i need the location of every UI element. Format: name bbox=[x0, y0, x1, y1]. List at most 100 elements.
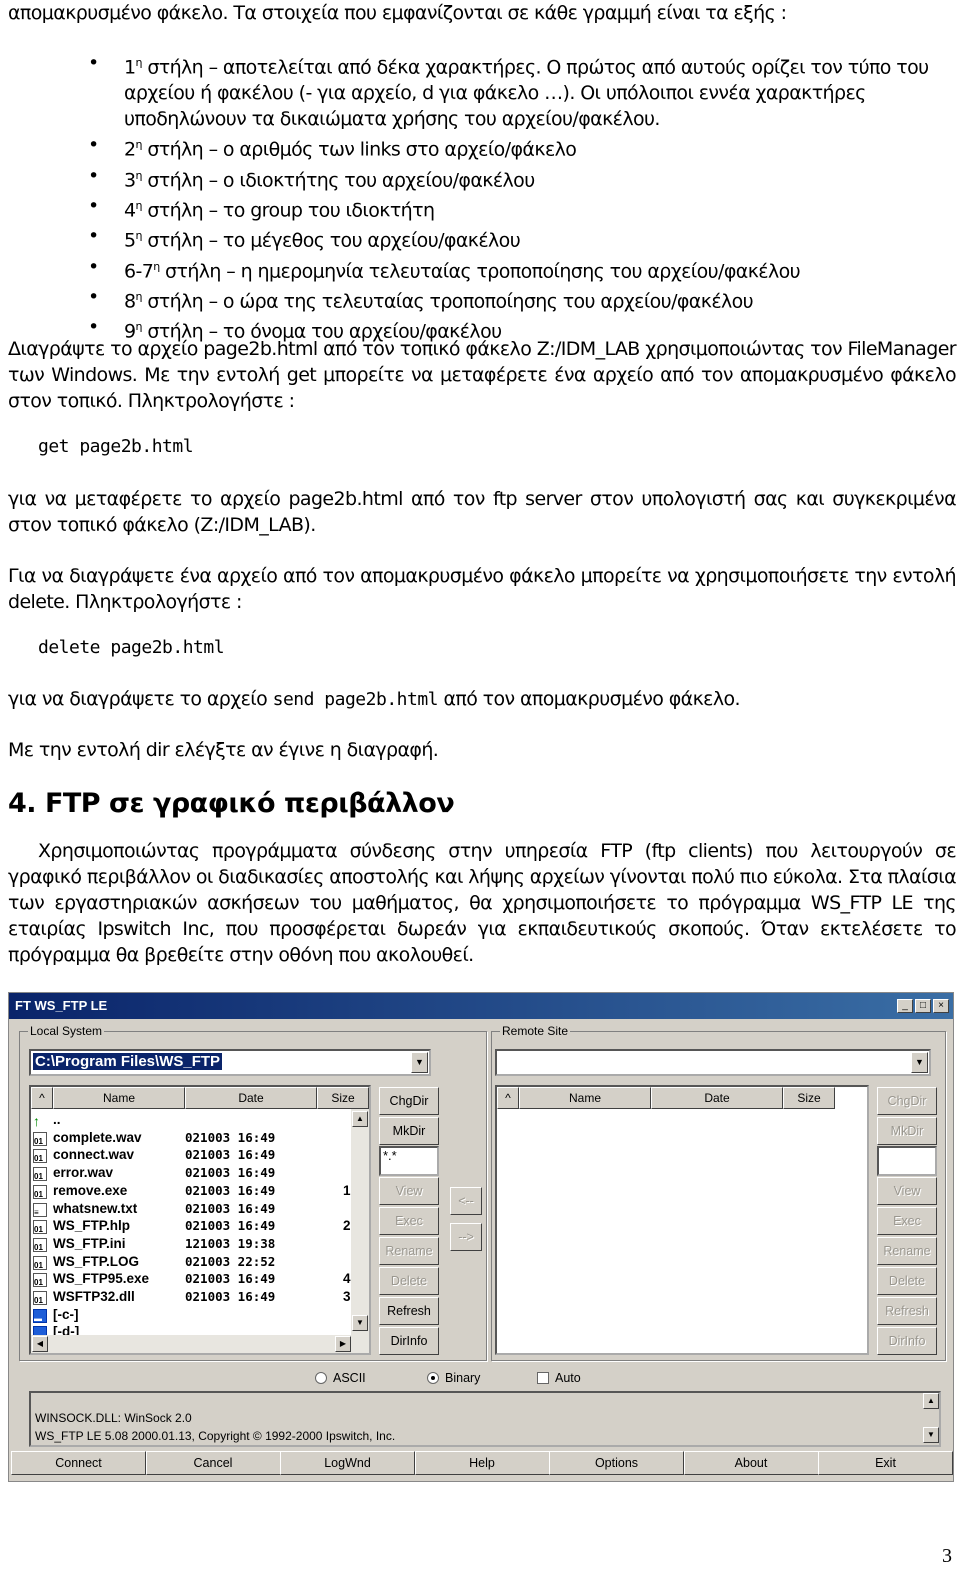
local-rename-button[interactable]: Rename bbox=[379, 1237, 439, 1265]
scroll-up-icon[interactable]: ▲ bbox=[352, 1111, 368, 1127]
column-header-date[interactable]: Date bbox=[651, 1087, 783, 1109]
bullet-number: 3 bbox=[124, 168, 136, 191]
text-file-icon: ≡ bbox=[33, 1202, 47, 1217]
local-file-list[interactable]: ▬[-d-]▬[-c-]01WSFTP32.dll021003 16:49301… bbox=[29, 1085, 371, 1355]
maximize-icon[interactable]: □ bbox=[915, 999, 931, 1013]
file-row[interactable]: 01 WS_FTP95.exe 021003 16:49 4 bbox=[33, 1270, 351, 1288]
local-refresh-button[interactable]: Refresh bbox=[379, 1297, 439, 1325]
file-row[interactable]: 01 WS_FTP.hlp 021003 16:49 2 bbox=[33, 1217, 351, 1235]
bullet-text: στήλη – η ημερομηνία τελευταίας τροποποί… bbox=[159, 259, 801, 282]
chevron-down-icon[interactable]: ▼ bbox=[911, 1052, 928, 1073]
file-row[interactable]: 01 connect.wav 021003 16:49 bbox=[33, 1146, 275, 1164]
title-bar: FT WS_FTP LE bbox=[9, 993, 953, 1019]
column-header-size[interactable]: Size bbox=[783, 1087, 835, 1109]
file-row[interactable]: ≡ whatsnew.txt 021003 16:49 bbox=[33, 1200, 275, 1218]
minimize-icon[interactable]: _ bbox=[897, 999, 913, 1013]
scroll-down-icon[interactable]: ▼ bbox=[352, 1315, 368, 1331]
local-exec-button[interactable]: Exec bbox=[379, 1207, 439, 1235]
chevron-down-icon[interactable]: ▼ bbox=[411, 1052, 428, 1073]
upload-arrow-button[interactable]: --> bbox=[450, 1223, 482, 1251]
file-date: 021003 16:49 bbox=[185, 1147, 276, 1163]
column-header-name[interactable]: Name bbox=[53, 1087, 185, 1109]
scroll-down-icon[interactable]: ▼ bbox=[923, 1427, 939, 1443]
connect-button[interactable]: Connect bbox=[11, 1451, 146, 1475]
binary-radio[interactable]: Binary bbox=[427, 1371, 480, 1385]
file-name: connect.wav bbox=[53, 1147, 135, 1163]
file-icon: 01 bbox=[33, 1131, 47, 1146]
radio-icon bbox=[315, 1372, 327, 1384]
remote-refresh-button[interactable]: Refresh bbox=[877, 1297, 937, 1325]
local-delete-button[interactable]: Delete bbox=[379, 1267, 439, 1295]
file-name: whatsnew.txt bbox=[53, 1200, 138, 1216]
code-get: get page2b.html bbox=[38, 436, 194, 457]
scroll-right-icon[interactable]: ▶ bbox=[335, 1336, 351, 1352]
remote-mkdir-button[interactable]: MkDir bbox=[877, 1117, 937, 1145]
close-icon[interactable]: × bbox=[933, 999, 949, 1013]
file-row[interactable]: 01 WS_FTP.ini 121003 19:38 bbox=[33, 1235, 275, 1253]
list-item: 2η στήλη – ο αριθμός των links στο αρχεί… bbox=[88, 132, 958, 162]
scroll-left-icon[interactable]: ◀ bbox=[32, 1336, 48, 1352]
about-button[interactable]: About bbox=[683, 1451, 819, 1475]
bullet-text: στήλη – ο ώρα της τελευταίας τροποποίηση… bbox=[141, 290, 754, 313]
file-date: 021003 16:49 bbox=[185, 1271, 276, 1287]
file-row[interactable]: 01 error.wav 021003 16:49 bbox=[33, 1164, 275, 1182]
local-dirinfo-button[interactable]: DirInfo bbox=[379, 1327, 439, 1355]
remote-file-list[interactable]: ^ Name Date Size bbox=[495, 1085, 869, 1355]
file-row[interactable]: 01 complete.wav 021003 16:49 bbox=[33, 1129, 275, 1147]
column-header-date[interactable]: Date bbox=[185, 1087, 317, 1109]
download-arrow-button[interactable]: <-- bbox=[450, 1187, 482, 1215]
remote-exec-button[interactable]: Exec bbox=[877, 1207, 937, 1235]
file-name: WSFTP32.dll bbox=[53, 1289, 135, 1304]
cancel-button[interactable]: Cancel bbox=[145, 1451, 281, 1475]
file-name: .. bbox=[53, 1112, 61, 1127]
file-row[interactable]: ↑.. bbox=[33, 1111, 61, 1129]
sort-up-icon[interactable]: ^ bbox=[31, 1087, 53, 1109]
scroll-up-icon[interactable]: ▲ bbox=[923, 1393, 939, 1409]
local-path-combo[interactable]: C:\Program Files\WS_FTP ▼ bbox=[29, 1049, 431, 1076]
help-button[interactable]: Help bbox=[414, 1451, 550, 1475]
exit-button[interactable]: Exit bbox=[818, 1451, 953, 1475]
file-name: WS_FTP.hlp bbox=[53, 1218, 131, 1234]
file-icon: 01 bbox=[33, 1255, 47, 1270]
file-icon: 01 bbox=[33, 1167, 47, 1182]
bullet-number: 1 bbox=[124, 56, 136, 79]
remote-delete-button[interactable]: Delete bbox=[877, 1267, 937, 1295]
bullet-number: 5 bbox=[124, 229, 136, 252]
column-header-size[interactable]: Size bbox=[317, 1087, 369, 1109]
logwnd-button[interactable]: LogWnd bbox=[280, 1451, 415, 1475]
file-row[interactable]: ▬ [-c-] bbox=[33, 1306, 79, 1324]
paragraph-delete-intro: Για να διαγράψετε ένα αρχείο από τον απο… bbox=[8, 565, 957, 613]
file-row[interactable]: 01 WS_FTP.LOG 021003 22:52 bbox=[33, 1253, 275, 1271]
remote-path-combo[interactable]: ▼ bbox=[495, 1049, 931, 1076]
local-view-button[interactable]: View bbox=[379, 1177, 439, 1205]
file-date: 021003 16:49 bbox=[185, 1218, 276, 1234]
window-title: WS_FTP LE bbox=[34, 998, 108, 1013]
intro-text: απομακρυσμένο φάκελο. Τα στοιχεία που εμ… bbox=[8, 2, 787, 24]
local-filter-input[interactable]: *.* bbox=[379, 1146, 439, 1176]
remote-filter-input[interactable] bbox=[877, 1146, 937, 1176]
code-delete: delete page2b.html bbox=[38, 637, 225, 658]
local-chgdir-button[interactable]: ChgDir bbox=[379, 1087, 439, 1115]
local-mkdir-button[interactable]: MkDir bbox=[379, 1117, 439, 1145]
log-area[interactable]: WINSOCK.DLL: WinSock 2.0 WS_FTP LE 5.08 … bbox=[29, 1391, 941, 1447]
local-path-value: C:\Program Files\WS_FTP bbox=[33, 1053, 223, 1070]
auto-checkbox[interactable]: Auto bbox=[537, 1371, 581, 1385]
remote-view-button[interactable]: View bbox=[877, 1177, 937, 1205]
sort-up-icon[interactable]: ^ bbox=[497, 1087, 519, 1109]
file-row[interactable]: 01 WSFTP32.dll 021003 16:49 3 bbox=[33, 1288, 351, 1306]
remote-rename-button[interactable]: Rename bbox=[877, 1237, 937, 1265]
bullet-text: στήλη – το group του ιδιοκτήτη bbox=[141, 199, 435, 222]
bullet-number: 8 bbox=[124, 290, 136, 313]
file-row[interactable]: 01 remove.exe 021003 16:49 1 bbox=[33, 1182, 351, 1200]
radio-label: ASCII bbox=[333, 1371, 366, 1385]
ascii-radio[interactable]: ASCII bbox=[315, 1371, 366, 1385]
options-button[interactable]: Options bbox=[549, 1451, 684, 1475]
column-header-name[interactable]: Name bbox=[519, 1087, 651, 1109]
remote-dirinfo-button[interactable]: DirInfo bbox=[877, 1327, 937, 1355]
vertical-scrollbar[interactable] bbox=[351, 1109, 369, 1335]
file-date: 121003 19:38 bbox=[185, 1235, 276, 1251]
list-item: 3η στήλη – ο ιδιοκτήτης του αρχείου/φακέ… bbox=[88, 163, 958, 193]
code-inline: send page2b.html bbox=[272, 689, 439, 710]
horizontal-scrollbar[interactable] bbox=[31, 1335, 369, 1353]
remote-chgdir-button[interactable]: ChgDir bbox=[877, 1087, 937, 1115]
